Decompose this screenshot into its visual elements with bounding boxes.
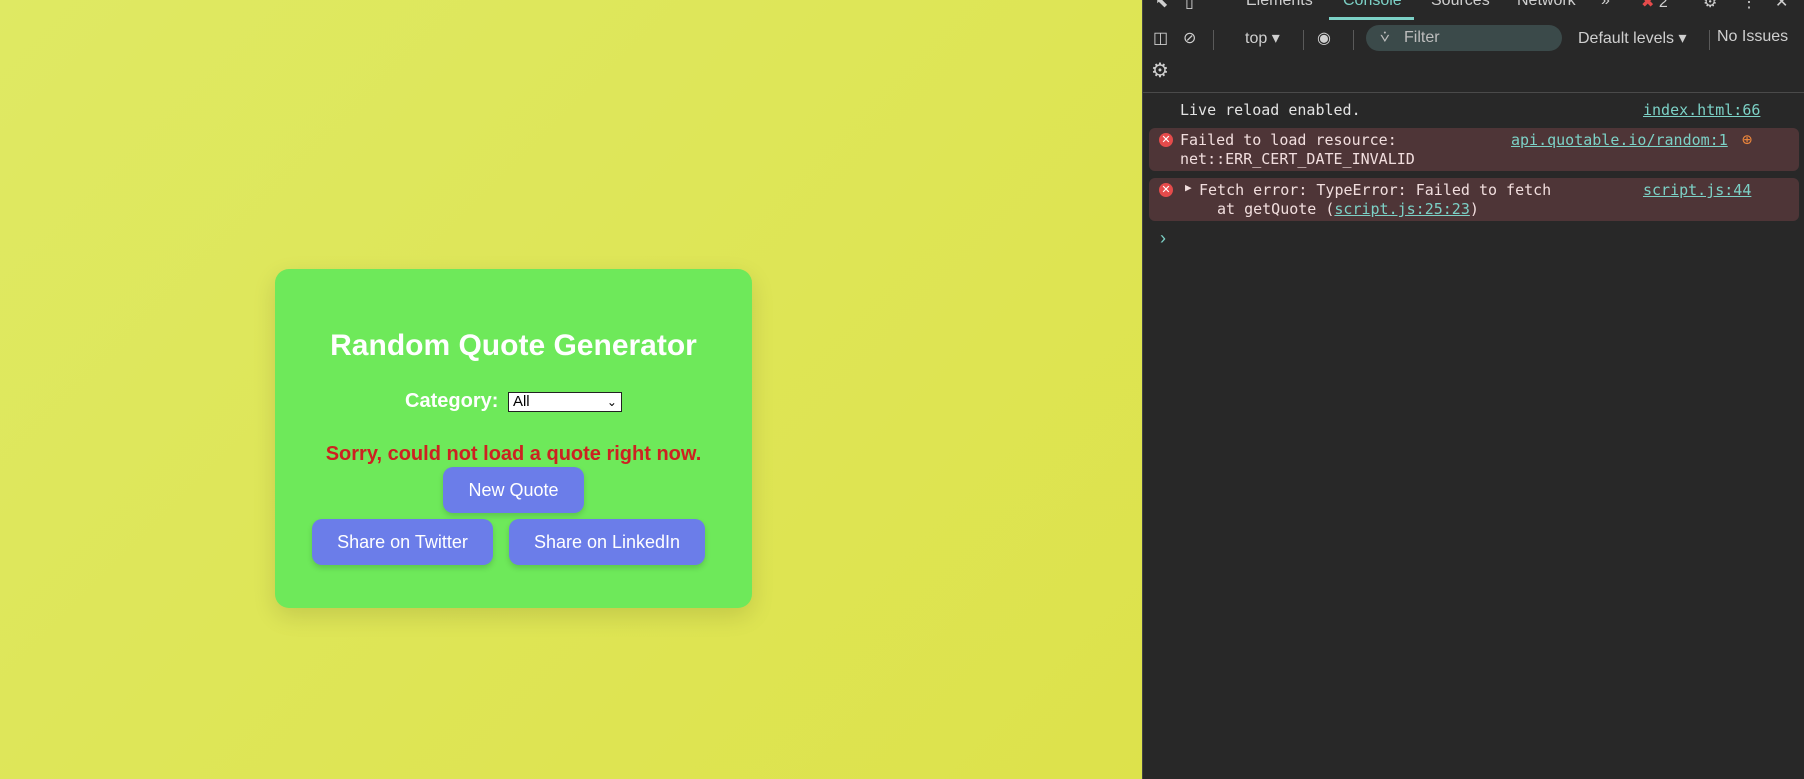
share-twitter-button[interactable]: Share on Twitter (312, 519, 493, 565)
close-icon[interactable]: ✕ (1775, 0, 1788, 12)
stack-prefix: at getQuote ( (1217, 200, 1335, 218)
error-icon: ✕ (1159, 183, 1173, 197)
toolbar-divider (1213, 30, 1214, 50)
card-title: Random Quote Generator (330, 329, 697, 362)
console-prompt-icon[interactable]: › (1160, 228, 1166, 249)
new-quote-button[interactable]: New Quote (443, 467, 584, 513)
network-request-icon[interactable]: ⊕ (1742, 130, 1752, 150)
error-icon: ✕ (1159, 133, 1173, 147)
context-value: top (1245, 30, 1268, 47)
category-select[interactable]: All ⌄ (507, 391, 622, 412)
chevron-down-icon: ⌄ (606, 394, 617, 409)
inspect-element-icon[interactable]: ⬉ (1155, 0, 1168, 12)
web-page: Random Quote Generator Category: All ⌄ S… (0, 0, 1142, 779)
toolbar-divider (1709, 30, 1710, 50)
tab-elements[interactable]: Elements (1246, 0, 1313, 10)
toolbar-divider (1353, 30, 1354, 50)
filter-input[interactable]: ⩒ Filter (1366, 25, 1562, 51)
log-message: Live reload enabled. (1180, 101, 1361, 119)
eye-icon[interactable]: ◉ (1317, 28, 1331, 48)
toolbar-bottom-border (1143, 92, 1804, 93)
share-linkedin-button[interactable]: Share on LinkedIn (509, 519, 705, 565)
stack-suffix: ) (1469, 200, 1479, 218)
console-error-row: ✕ ▶ Fetch error: TypeError: Failed to fe… (1149, 178, 1799, 221)
expand-arrow-icon[interactable]: ▶ (1185, 181, 1192, 194)
category-label: Category: (405, 390, 499, 412)
category-select-value: All (512, 392, 530, 410)
context-selector[interactable]: top ▾ (1245, 28, 1280, 48)
tab-console[interactable]: Console (1343, 0, 1402, 10)
console-toolbar: ◫ ⊘ top ▾ ◉ ⩒ Filter Default levels ▾ No… (1143, 22, 1804, 56)
issues-button[interactable]: No Issues (1717, 28, 1788, 46)
error-message-line2: net::ERR_CERT_DATE_INVALID (1180, 150, 1415, 168)
error-count: 2 (1658, 0, 1668, 11)
error-message-line1: Fetch error: TypeError: Failed to fetch (1199, 181, 1552, 199)
toolbar-divider (1303, 30, 1304, 50)
quote-card: Random Quote Generator Category: All ⌄ S… (275, 269, 752, 608)
tab-sources[interactable]: Sources (1431, 0, 1490, 10)
console-log-row: Live reload enabled. index.html:66 (1143, 100, 1804, 122)
log-levels-value: Default levels (1578, 30, 1675, 47)
sidebar-toggle-icon[interactable]: ◫ (1153, 28, 1168, 48)
device-toolbar-icon[interactable]: ▯ (1185, 0, 1194, 12)
settings-icon[interactable]: ⚙ (1703, 0, 1717, 12)
console-error-row: ✕ Failed to load resource: net::ERR_CERT… (1149, 128, 1799, 171)
filter-icon: ⩒ (1380, 29, 1390, 46)
error-message-line1: Failed to load resource: (1180, 131, 1397, 149)
log-source-link[interactable]: api.quotable.io/random:1 (1511, 131, 1728, 149)
error-stack-line: at getQuote (script.js:25:23) (1217, 200, 1479, 218)
devtools-tab-bar: ⬉ ▯ Elements Console Sources Network » ✖… (1143, 0, 1804, 16)
more-options-icon[interactable]: ⋮ (1741, 0, 1757, 12)
clear-console-icon[interactable]: ⊘ (1183, 28, 1196, 48)
stack-link[interactable]: script.js:25:23 (1334, 200, 1469, 218)
error-count-badge[interactable]: ✖ 2 (1641, 0, 1668, 12)
log-source-link[interactable]: script.js:44 (1643, 181, 1751, 199)
category-row: Category: All ⌄ (275, 390, 752, 413)
devtools-panel: ⬉ ▯ Elements Console Sources Network » ✖… (1142, 0, 1804, 779)
more-tabs-icon[interactable]: » (1601, 0, 1610, 10)
filter-placeholder: Filter (1404, 29, 1440, 46)
console-settings-icon[interactable]: ⚙ (1151, 58, 1169, 83)
tab-network[interactable]: Network (1517, 0, 1576, 10)
log-levels-dropdown[interactable]: Default levels ▾ (1578, 28, 1687, 48)
log-source-link[interactable]: index.html:66 (1643, 101, 1760, 119)
error-message: Sorry, could not load a quote right now. (325, 443, 702, 465)
active-tab-indicator (1329, 17, 1414, 20)
